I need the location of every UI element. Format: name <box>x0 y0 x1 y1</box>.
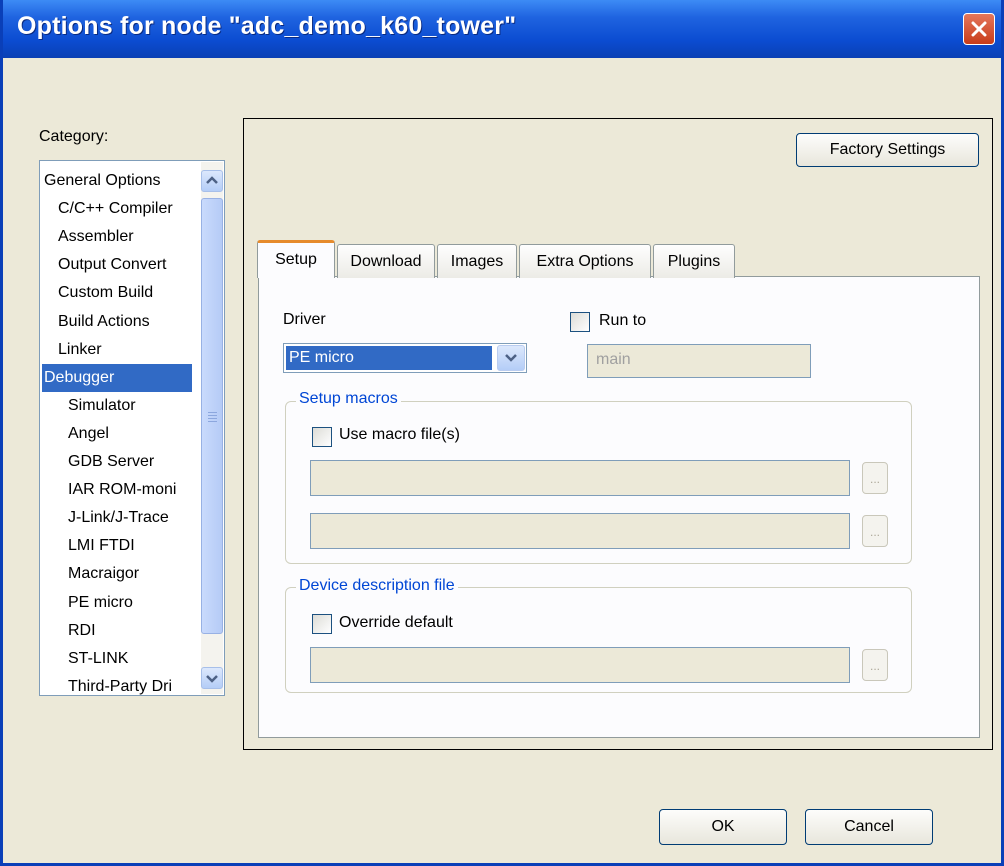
tab-setup[interactable]: Setup <box>257 240 335 278</box>
category-item[interactable]: GDB Server <box>42 448 154 476</box>
title-bar[interactable]: Options for node "adc_demo_k60_tower" <box>3 0 1001 58</box>
scroll-up-button[interactable] <box>201 170 223 192</box>
chevron-down-icon <box>206 675 218 683</box>
driver-select[interactable]: PE micro <box>283 343 527 373</box>
chevron-up-icon <box>206 176 218 184</box>
category-item[interactable]: RDI <box>42 617 96 645</box>
driver-dropdown-button[interactable] <box>497 345 525 371</box>
run-to-value: main <box>596 351 631 368</box>
category-item[interactable]: Output Convert <box>42 251 167 279</box>
category-item[interactable]: ST-LINK <box>42 645 128 673</box>
override-default-label: Override default <box>339 614 453 631</box>
category-item[interactable]: Assembler <box>42 223 134 251</box>
tab-download[interactable]: Download <box>337 244 435 278</box>
category-item[interactable]: Debugger <box>42 363 192 392</box>
run-to-label: Run to <box>599 312 647 329</box>
macro-browse-button-2[interactable]: ... <box>862 515 888 547</box>
category-item[interactable]: Angel <box>42 420 109 448</box>
category-scrollbar[interactable] <box>201 162 223 694</box>
options-dialog: Options for node "adc_demo_k60_tower" Ca… <box>0 0 1004 866</box>
ok-button[interactable]: OK <box>659 809 787 845</box>
category-item[interactable]: Build Actions <box>42 308 150 336</box>
run-to-input[interactable]: main <box>587 344 811 378</box>
scroll-down-button[interactable] <box>201 667 223 689</box>
close-button[interactable] <box>963 13 995 45</box>
category-item[interactable]: Custom Build <box>42 279 153 307</box>
device-description-title: Device description file <box>296 577 458 595</box>
setup-macros-title: Setup macros <box>296 390 401 408</box>
category-item[interactable]: J-Link/J-Trace <box>42 504 169 532</box>
device-browse-button[interactable]: ... <box>862 649 888 681</box>
category-item[interactable]: General Options <box>42 167 161 195</box>
cancel-button[interactable]: Cancel <box>805 809 933 845</box>
category-item[interactable]: Simulator <box>42 392 136 420</box>
device-file-input[interactable] <box>310 647 850 683</box>
macro-file-input-2[interactable] <box>310 513 850 549</box>
tab-plugins[interactable]: Plugins <box>653 244 735 278</box>
close-icon <box>971 21 987 37</box>
tab-images[interactable]: Images <box>437 244 517 278</box>
category-item[interactable]: Macraigor <box>42 560 139 588</box>
category-item[interactable]: LMI FTDI <box>42 532 135 560</box>
override-default-checkbox[interactable] <box>312 614 332 634</box>
category-item[interactable]: C/C++ Compiler <box>42 195 173 223</box>
driver-value: PE micro <box>286 346 492 370</box>
category-label: Category: <box>39 128 109 145</box>
category-item[interactable]: IAR ROM-moni <box>42 476 176 504</box>
macro-browse-button-1[interactable]: ... <box>862 462 888 494</box>
factory-settings-button[interactable]: Factory Settings <box>796 133 979 167</box>
tab-extra-options[interactable]: Extra Options <box>519 244 651 278</box>
driver-label: Driver <box>283 311 326 328</box>
category-item[interactable]: Linker <box>42 336 102 364</box>
run-to-checkbox[interactable] <box>570 312 590 332</box>
chevron-down-icon <box>505 354 517 362</box>
use-macro-checkbox[interactable] <box>312 427 332 447</box>
window-title: Options for node "adc_demo_k60_tower" <box>17 12 517 40</box>
macro-file-input-1[interactable] <box>310 460 850 496</box>
category-item[interactable]: Third-Party Dri <box>42 673 172 695</box>
category-item[interactable]: PE micro <box>42 589 133 617</box>
use-macro-label: Use macro file(s) <box>339 426 460 443</box>
category-list[interactable]: General Options C/C++ Compiler Assembler Ou… <box>39 160 225 696</box>
scroll-thumb[interactable] <box>201 198 223 634</box>
